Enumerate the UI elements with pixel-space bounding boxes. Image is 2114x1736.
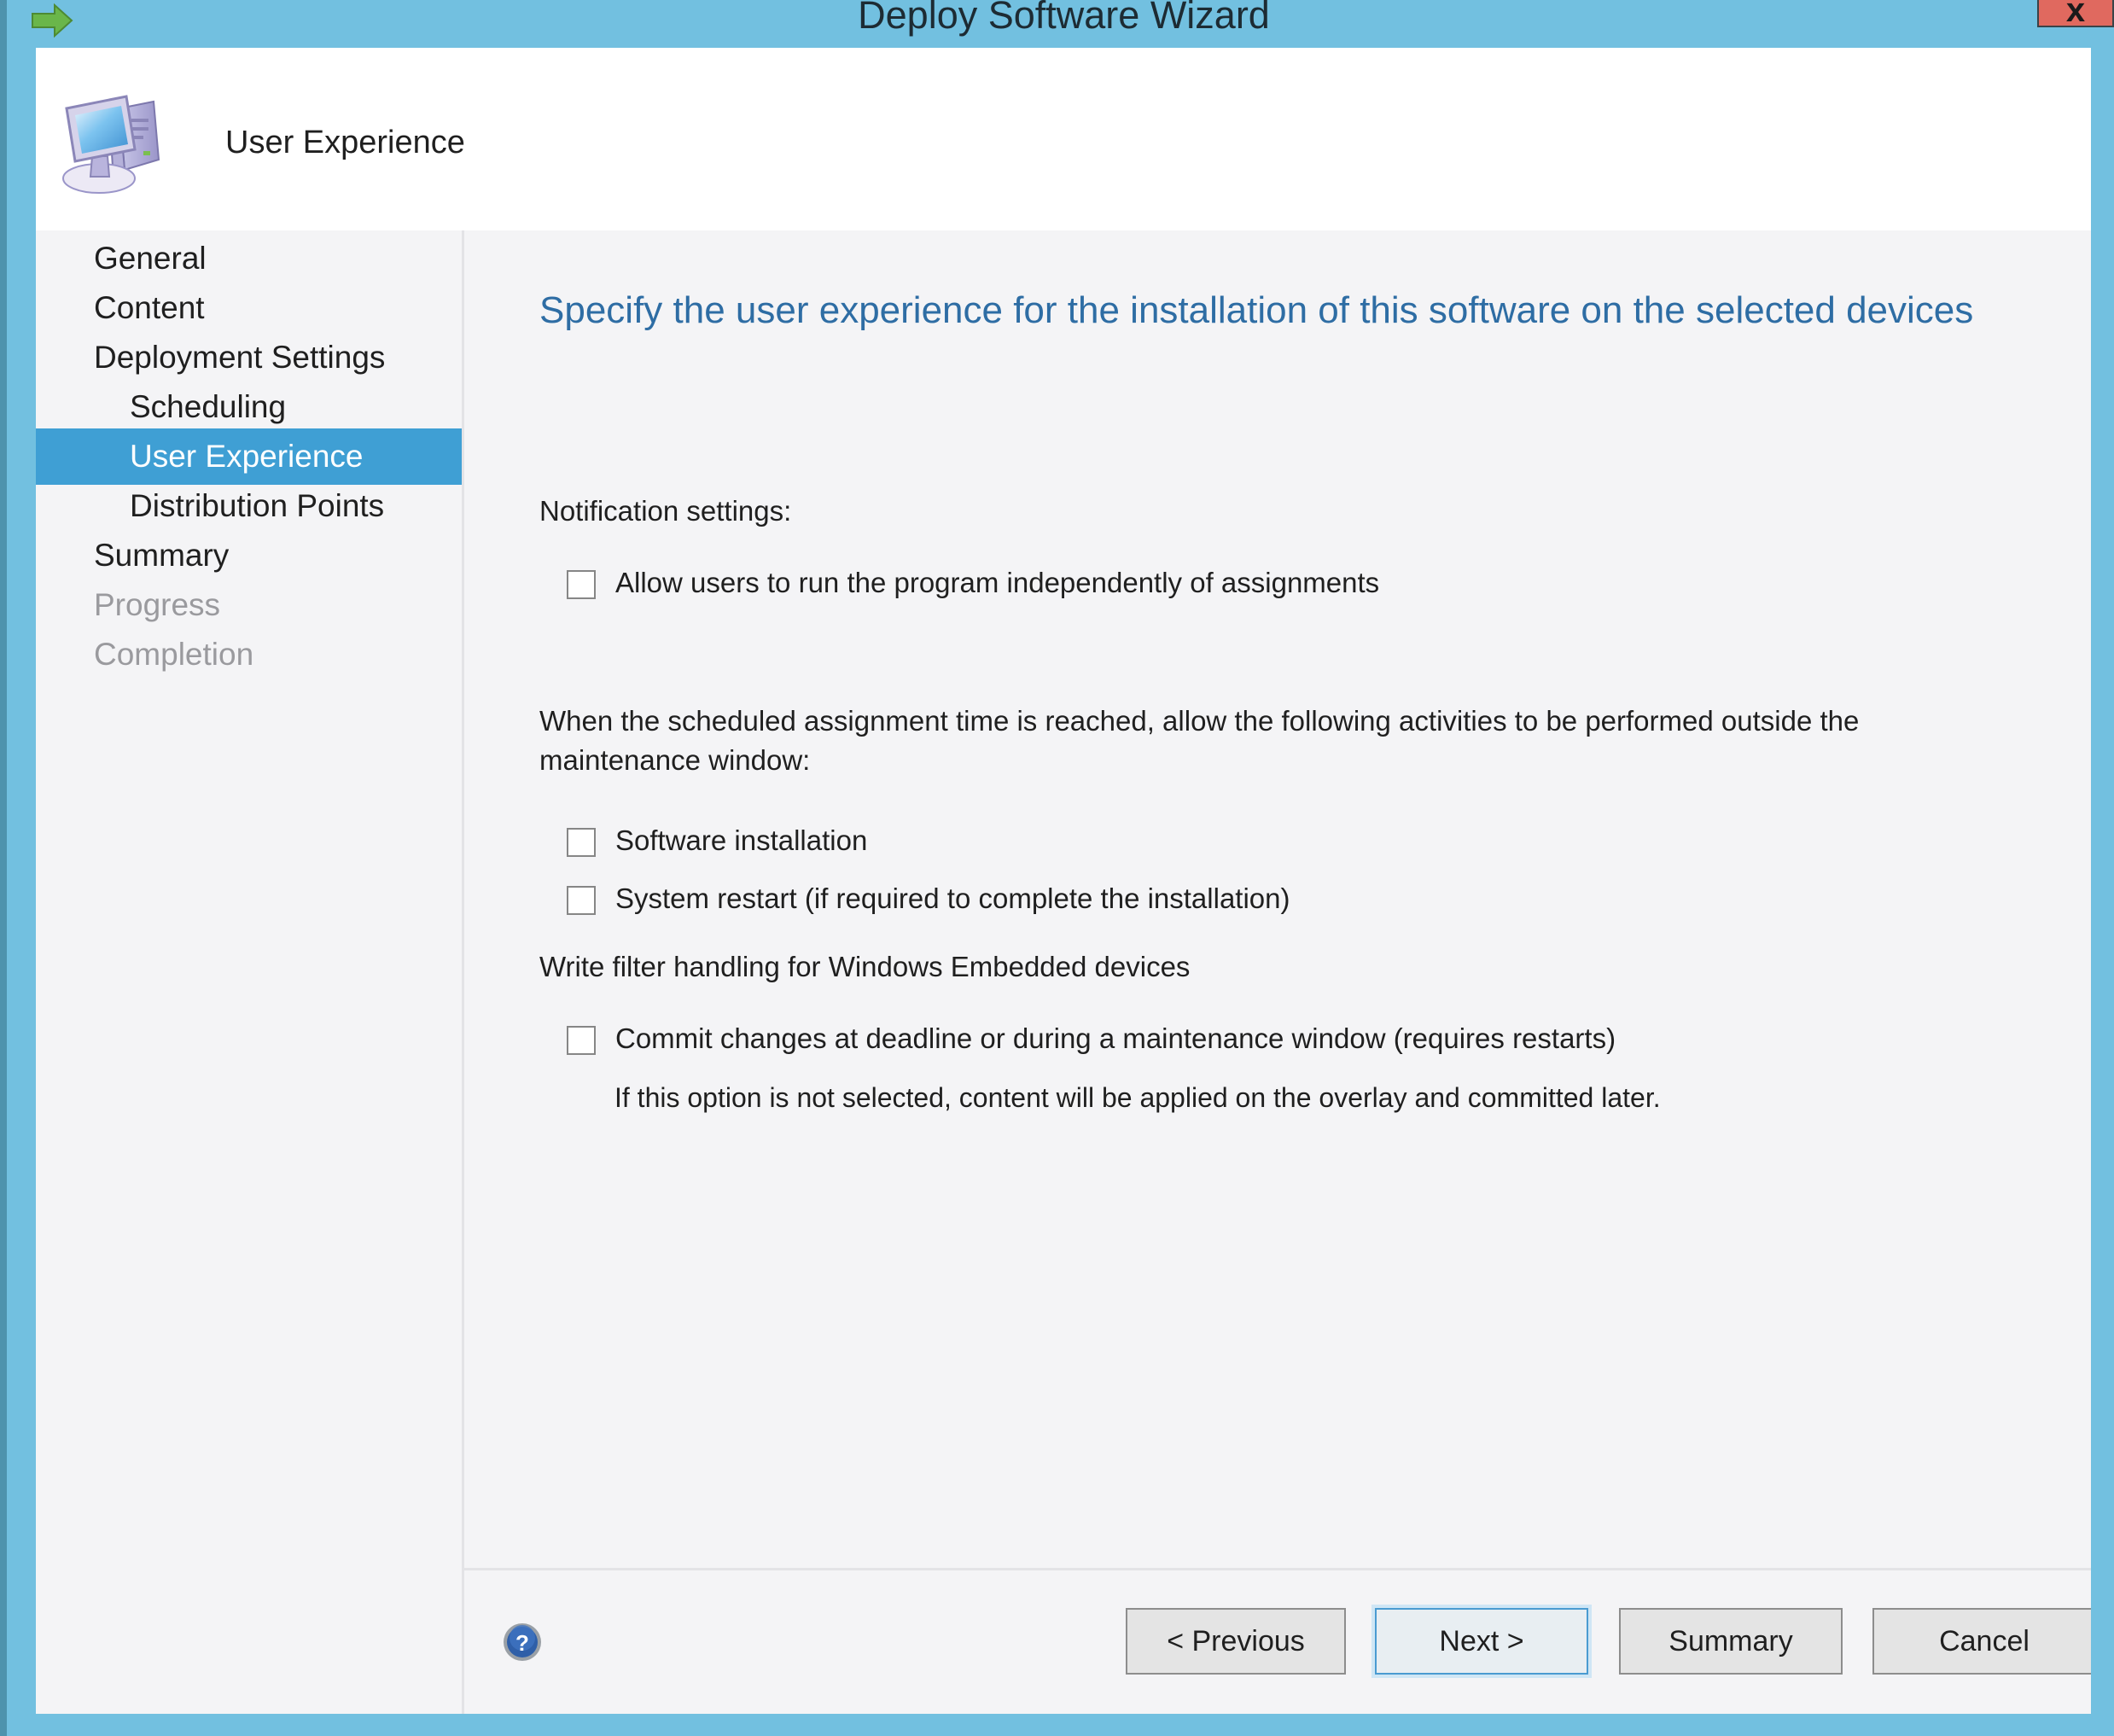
sidebar-item-scheduling[interactable]: Scheduling (36, 379, 462, 435)
sidebar-item-label: Deployment Settings (94, 340, 386, 375)
software-installation-label: Software installation (615, 824, 868, 856)
close-icon: x (2065, 0, 2086, 29)
software-installation-row: Software installation (567, 824, 2041, 857)
sidebar-item-general[interactable]: General (36, 230, 462, 287)
sidebar-item-content[interactable]: Content (36, 280, 462, 336)
title-bar: Deploy Software Wizard x (7, 0, 2114, 48)
commit-changes-row: Commit changes at deadline or during a m… (567, 1022, 2041, 1055)
page-title: User Experience (225, 125, 465, 160)
write-filter-label: Write filter handling for Windows Embedd… (539, 951, 1191, 982)
sidebar-item-summary[interactable]: Summary (36, 527, 462, 584)
svg-text:?: ? (515, 1630, 529, 1656)
sidebar-item-progress: Progress (36, 577, 462, 633)
summary-button[interactable]: Summary (1619, 1608, 1843, 1675)
sidebar-item-label: Progress (94, 587, 221, 622)
content-pane: Specify the user experience for the inst… (464, 230, 2091, 1566)
allow-independent-run-checkbox[interactable] (567, 570, 596, 599)
sidebar-item-label: User Experience (130, 439, 364, 474)
commit-changes-label: Commit changes at deadline or during a m… (615, 1022, 1616, 1054)
dialog-body: User Experience General Content Deployme… (36, 48, 2091, 1714)
cancel-button[interactable]: Cancel (1872, 1608, 2091, 1675)
sidebar-item-distribution-points[interactable]: Distribution Points (36, 478, 462, 534)
sidebar-item-label: General (94, 241, 207, 276)
next-button[interactable]: Next > (1375, 1608, 1588, 1675)
wizard-window: Deploy Software Wizard x User Experience… (0, 0, 2114, 1736)
allow-independent-run-label: Allow users to run the program independe… (615, 567, 1380, 598)
notification-settings-label: Notification settings: (539, 495, 792, 527)
sidebar-item-user-experience[interactable]: User Experience (36, 428, 462, 485)
system-restart-row: System restart (if required to complete … (567, 883, 2041, 915)
page-header: User Experience (36, 48, 2091, 230)
question-mark-help-icon[interactable]: ? (502, 1622, 543, 1663)
close-button[interactable]: x (2037, 0, 2114, 27)
software-installation-checkbox[interactable] (567, 828, 596, 857)
sidebar-item-label: Scheduling (130, 389, 287, 424)
system-restart-checkbox[interactable] (567, 886, 596, 915)
maintenance-window-paragraph: When the scheduled assignment time is re… (539, 705, 1860, 776)
content-heading: Specify the user experience for the inst… (539, 289, 1974, 331)
previous-button[interactable]: < Previous (1126, 1608, 1346, 1675)
computer-monitor-icon (53, 78, 181, 206)
sidebar-item-label: Distribution Points (130, 488, 385, 523)
user-experience-form: Notification settings: Allow users to ru… (539, 495, 2041, 1114)
commit-changes-checkbox[interactable] (567, 1026, 596, 1055)
sidebar-item-label: Content (94, 290, 205, 325)
allow-independent-run-row: Allow users to run the program independe… (567, 567, 2041, 599)
window-title: Deploy Software Wizard (858, 0, 1270, 37)
wizard-footer: ? < Previous Next > Summary Cancel (464, 1570, 2091, 1714)
sidebar-item-label: Completion (94, 637, 254, 672)
wizard-step-nav: General Content Deployment Settings Sche… (36, 230, 462, 1714)
sidebar-item-completion: Completion (36, 626, 462, 683)
write-filter-note: If this option is not selected, content … (614, 1082, 1661, 1113)
system-restart-label: System restart (if required to complete … (615, 883, 1290, 914)
sidebar-item-deployment-settings[interactable]: Deployment Settings (36, 329, 462, 386)
sidebar-item-label: Summary (94, 538, 230, 573)
